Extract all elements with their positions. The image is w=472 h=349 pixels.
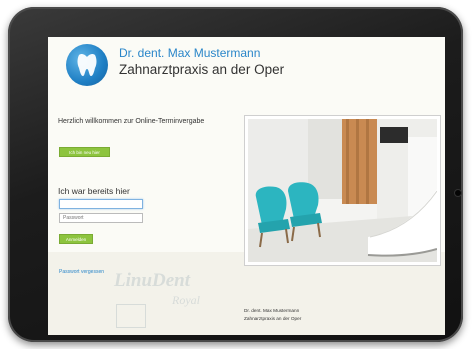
returning-patient-heading: Ich war bereits hier bbox=[58, 186, 130, 196]
new-patient-button[interactable]: Ich bin neu hier bbox=[59, 147, 110, 157]
tablet-frame: Dr. dent. Max Mustermann Zahnarztpraxis … bbox=[8, 7, 463, 342]
forgot-password-link[interactable]: Passwort vergessen bbox=[59, 269, 104, 275]
practice-subtitle: Zahnarztpraxis an der Oper bbox=[119, 62, 285, 77]
welcome-heading: Herzlich willkommen zur Online-Terminver… bbox=[58, 118, 205, 125]
practice-name: Dr. dent. Max Mustermann bbox=[119, 46, 261, 60]
footer-practice-subtitle: Zahnarztpraxis an der Oper bbox=[244, 316, 302, 321]
login-button[interactable]: Anmelden bbox=[59, 234, 93, 244]
camera-icon bbox=[455, 190, 461, 196]
waiting-room-photo bbox=[244, 115, 441, 266]
password-input[interactable] bbox=[59, 213, 143, 223]
footer-practice-name: Dr. dent. Max Mustermann bbox=[244, 308, 300, 313]
screen: Dr. dent. Max Mustermann Zahnarztpraxis … bbox=[48, 37, 445, 335]
watermark-subtitle: Royal bbox=[172, 293, 200, 307]
username-input[interactable] bbox=[59, 199, 143, 209]
watermark-emblem bbox=[116, 304, 146, 328]
tooth-logo-icon bbox=[66, 44, 108, 86]
watermark-logo: LinuDent bbox=[114, 270, 191, 291]
